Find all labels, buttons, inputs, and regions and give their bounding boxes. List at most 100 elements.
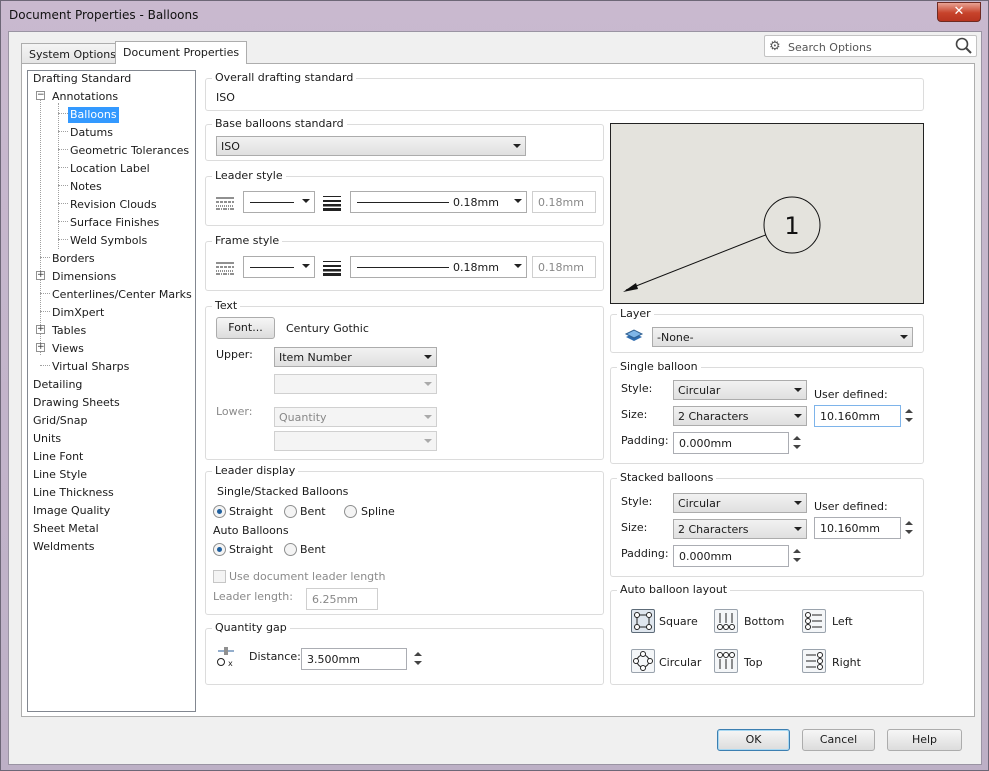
single-padding-spinner[interactable] [791, 432, 804, 454]
tab-system-options[interactable]: System Options [21, 43, 124, 64]
tree-item-tables[interactable]: Tables [50, 323, 88, 339]
lower-text-select[interactable]: Quantity [274, 407, 437, 427]
tree-item-drawing-sheets[interactable]: Drawing Sheets [31, 395, 122, 411]
layer-select[interactable]: -None- [652, 327, 913, 347]
tree-item-revision-clouds[interactable]: Revision Clouds [68, 197, 159, 213]
tree-item-drafting-standard[interactable]: Drafting Standard [31, 71, 133, 87]
leader-line-style-select[interactable] [243, 191, 315, 213]
layout-right-label[interactable]: Right [832, 656, 861, 669]
layout-top-icon[interactable] [714, 649, 738, 673]
ok-button[interactable]: OK [717, 729, 790, 751]
leader-thickness-select[interactable]: 0.18mm [350, 191, 527, 213]
single-bent-label[interactable]: Bent [300, 505, 326, 518]
single-size-select[interactable]: 2 Characters [673, 406, 807, 426]
tree-item-virtual-sharps[interactable]: Virtual Sharps [50, 359, 131, 375]
single-style-select[interactable]: Circular [673, 380, 807, 400]
title-bar[interactable]: Document Properties - Balloons ✕ [1, 1, 988, 31]
distance-input[interactable]: 3.500mm [301, 648, 407, 670]
single-user-defined-input[interactable]: 10.160mm [814, 405, 901, 427]
tree-item-views[interactable]: Views [50, 341, 86, 357]
tree-item-sheet-metal[interactable]: Sheet Metal [31, 521, 101, 537]
cancel-button[interactable]: Cancel [802, 729, 875, 751]
tree-item-dimensions[interactable]: Dimensions [50, 269, 118, 285]
tree-item-geometric-tolerances[interactable]: Geometric Tolerances [68, 143, 191, 159]
tree-expand-views[interactable]: + [36, 343, 45, 352]
tree-expand-tables[interactable]: + [36, 325, 45, 334]
tree-collapse-annotations[interactable]: − [36, 91, 45, 100]
stacked-padding-input[interactable]: 0.000mm [673, 545, 789, 567]
leader-length-input[interactable]: 6.25mm [306, 588, 378, 610]
tree-item-image-quality[interactable]: Image Quality [31, 503, 112, 519]
gear-icon[interactable]: ⚙ [769, 39, 781, 54]
layout-square-icon[interactable] [631, 609, 655, 633]
layout-left-label[interactable]: Left [832, 615, 853, 628]
tree-item-detailing[interactable]: Detailing [31, 377, 84, 393]
single-bent-radio[interactable] [284, 505, 297, 518]
help-button[interactable]: Help [887, 729, 962, 751]
tab-document-properties[interactable]: Document Properties [115, 41, 248, 64]
auto-balloon-layout-group: Auto balloon layout Square Bottom Left C… [610, 583, 924, 685]
stacked-padding-spinner[interactable] [791, 545, 804, 567]
tree-item-line-thickness[interactable]: Line Thickness [31, 485, 116, 501]
layout-bottom-icon[interactable] [714, 609, 738, 633]
search-options-box[interactable]: ⚙ Search Options [764, 35, 977, 57]
leader-thickness-custom[interactable]: 0.18mm [532, 191, 596, 213]
stacked-user-defined-input[interactable]: 10.160mm [814, 517, 901, 539]
layout-circular-label[interactable]: Circular [659, 656, 701, 669]
layout-bottom-label[interactable]: Bottom [744, 615, 784, 628]
single-straight-radio[interactable] [213, 505, 226, 518]
auto-bent-label[interactable]: Bent [300, 543, 326, 556]
tree-item-centerlines[interactable]: Centerlines/Center Marks [50, 287, 194, 303]
single-padding-input[interactable]: 0.000mm [673, 432, 789, 454]
lower-text-secondary-select[interactable] [274, 431, 437, 451]
search-icon[interactable] [955, 37, 972, 54]
layout-square-label[interactable]: Square [659, 615, 698, 628]
tree-item-line-font[interactable]: Line Font [31, 449, 85, 465]
upper-text-select[interactable]: Item Number [274, 347, 437, 367]
use-doc-leader-length-label[interactable]: Use document leader length [229, 570, 385, 583]
frame-line-style-select[interactable] [243, 256, 315, 278]
layout-circular-icon[interactable] [631, 649, 655, 673]
layout-top-label[interactable]: Top [744, 656, 763, 669]
stacked-user-defined-spinner[interactable] [903, 517, 916, 539]
tree-item-balloons[interactable]: Balloons [68, 107, 119, 123]
tree-item-dimxpert[interactable]: DimXpert [50, 305, 106, 321]
tree-item-annotations[interactable]: Annotations [50, 89, 120, 105]
tree-item-datums[interactable]: Datums [68, 125, 115, 141]
single-straight-label[interactable]: Straight [229, 505, 273, 518]
single-user-defined-spinner[interactable] [903, 405, 916, 427]
tree-item-location-label[interactable]: Location Label [68, 161, 152, 177]
window-title: Document Properties - Balloons [9, 8, 199, 22]
frame-thickness-select[interactable]: 0.18mm [350, 256, 527, 278]
tree-item-surface-finishes[interactable]: Surface Finishes [68, 215, 161, 231]
layout-left-icon[interactable] [802, 609, 826, 633]
tree-item-weld-symbols[interactable]: Weld Symbols [68, 233, 149, 249]
tree-expand-dimensions[interactable]: + [36, 271, 45, 280]
auto-balloons-label: Auto Balloons [213, 524, 289, 537]
single-spline-radio[interactable] [344, 505, 357, 518]
use-doc-leader-length-checkbox[interactable] [213, 570, 226, 583]
base-standard-select[interactable]: ISO [216, 136, 526, 156]
tree-item-units[interactable]: Units [31, 431, 63, 447]
frame-thickness-custom[interactable]: 0.18mm [532, 256, 596, 278]
group-title: Auto balloon layout [617, 583, 731, 596]
single-spline-label[interactable]: Spline [361, 505, 395, 518]
single-style-value: Circular [678, 384, 721, 397]
upper-text-secondary-select[interactable] [274, 374, 437, 394]
layout-right-icon[interactable] [802, 649, 826, 673]
tree-item-line-style[interactable]: Line Style [31, 467, 89, 483]
distance-spinner[interactable] [412, 648, 425, 670]
font-button[interactable]: Font... [216, 317, 275, 339]
stacked-style-select[interactable]: Circular [673, 493, 807, 513]
frame-thickness-value: 0.18mm [453, 261, 499, 274]
tree-item-weldments[interactable]: Weldments [31, 539, 97, 555]
close-button[interactable]: ✕ [937, 2, 981, 22]
tree-item-notes[interactable]: Notes [68, 179, 104, 195]
tree-item-grid-snap[interactable]: Grid/Snap [31, 413, 89, 429]
options-tree[interactable]: − + + + Drafting Standard Annotations Ba… [27, 70, 196, 712]
auto-straight-radio[interactable] [213, 543, 226, 556]
auto-straight-label[interactable]: Straight [229, 543, 273, 556]
auto-bent-radio[interactable] [284, 543, 297, 556]
tree-item-borders[interactable]: Borders [50, 251, 97, 267]
stacked-size-select[interactable]: 2 Characters [673, 519, 807, 539]
